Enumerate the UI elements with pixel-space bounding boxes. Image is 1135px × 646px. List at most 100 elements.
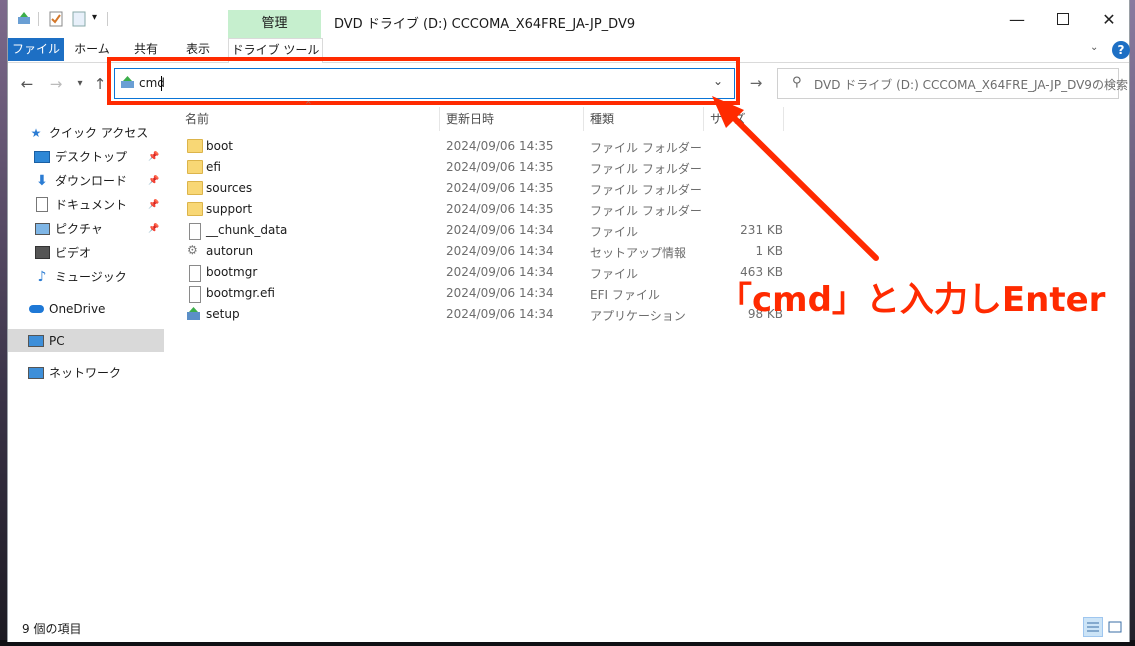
file-name: support — [206, 202, 253, 216]
file-name: autorun — [206, 244, 254, 258]
nav-item-label: ダウンロード — [55, 174, 128, 188]
file-type: ファイル — [590, 225, 639, 239]
file-date: 2024/09/06 14:35 — [446, 202, 554, 216]
file-name: __chunk_data — [206, 223, 288, 237]
file-date: 2024/09/06 14:35 — [446, 181, 554, 195]
file-row[interactable]: bootmgr 2024/09/06 14:34 ファイル 463 KB — [180, 262, 783, 283]
nav-item-desktop[interactable]: デスクトップ 📌 — [8, 145, 164, 168]
column-separator[interactable] — [703, 107, 704, 131]
drive-app-icon — [17, 11, 31, 27]
nav-item-music[interactable]: ♪ ミュージック — [8, 265, 164, 288]
file-date: 2024/09/06 14:34 — [446, 223, 554, 237]
file-row[interactable]: __chunk_data 2024/09/06 14:34 ファイル 231 K… — [180, 220, 783, 241]
folder-icon — [187, 202, 203, 216]
column-separator[interactable] — [439, 107, 440, 131]
nav-item-videos[interactable]: ビデオ — [8, 241, 164, 264]
nav-item-label: クイック アクセス — [49, 126, 149, 140]
properties-icon[interactable] — [49, 11, 63, 27]
star-icon: ★ — [30, 125, 42, 140]
file-date: 2024/09/06 14:34 — [446, 307, 554, 321]
nav-item-label: ピクチャ — [55, 222, 103, 236]
help-icon[interactable]: ? — [1112, 41, 1130, 59]
column-header-name[interactable]: 名前 — [185, 107, 209, 131]
nav-item-pc[interactable]: PC — [8, 329, 164, 352]
pin-icon[interactable]: 📌 — [148, 224, 159, 234]
nav-item-label: ビデオ — [55, 246, 92, 260]
file-name: setup — [206, 307, 240, 321]
file-date: 2024/09/06 14:34 — [446, 265, 554, 279]
file-date: 2024/09/06 14:35 — [446, 139, 554, 153]
file-type: セットアップ情報 — [590, 246, 687, 260]
file-name: efi — [206, 160, 221, 174]
file-name: sources — [206, 181, 253, 195]
pin-icon[interactable]: 📌 — [148, 200, 159, 210]
file-row[interactable]: support 2024/09/06 14:35 ファイル フォルダー — [180, 199, 780, 220]
large-icons-view-button[interactable] — [1105, 617, 1125, 637]
go-arrow-icon[interactable]: → — [746, 73, 766, 93]
file-icon — [189, 265, 201, 282]
customize-chevron-icon[interactable]: ▾ — [92, 12, 97, 23]
file-type: ファイル フォルダー — [590, 162, 702, 176]
navigation-pane: ★ クイック アクセス デスクトップ 📌 ⬇ ダウンロード 📌 ドキュメント 📌… — [8, 112, 164, 612]
folder-icon — [187, 139, 203, 153]
window-title: DVD ドライブ (D:) CCCOMA_X64FRE_JA-JP_DV9 — [334, 17, 636, 32]
nav-item-label: ミュージック — [55, 270, 127, 284]
nav-item-pictures[interactable]: ピクチャ 📌 — [8, 217, 164, 240]
file-type: ファイル フォルダー — [590, 204, 702, 218]
explorer-window: ▾ 管理 DVD ドライブ (D:) CCCOMA_X64FRE_JA-JP_D… — [7, 0, 1130, 642]
forward-arrow-icon[interactable]: → — [46, 74, 66, 94]
file-row[interactable]: sources 2024/09/06 14:35 ファイル フォルダー — [180, 178, 780, 199]
recent-locations-chevron-icon[interactable]: ▾ — [70, 74, 90, 94]
file-row[interactable]: bootmgr.efi 2024/09/06 14:34 EFI ファイル — [180, 283, 780, 304]
folder-icon — [187, 181, 203, 195]
network-icon — [28, 366, 44, 380]
nav-item-label: OneDrive — [49, 301, 106, 316]
column-separator[interactable] — [583, 107, 584, 131]
pin-icon[interactable]: 📌 — [148, 176, 159, 186]
pin-icon[interactable]: 📌 — [148, 152, 159, 162]
file-name: bootmgr.efi — [206, 286, 275, 300]
file-row[interactable]: boot 2024/09/06 14:35 ファイル フォルダー — [180, 136, 780, 157]
maximize-button[interactable] — [1040, 0, 1086, 38]
file-type: EFI ファイル — [590, 288, 660, 302]
column-header-date[interactable]: 更新日時 — [446, 107, 494, 131]
new-folder-icon[interactable] — [72, 11, 86, 27]
folder-icon — [187, 160, 203, 174]
nav-item-label: デスクトップ — [55, 150, 128, 164]
search-input[interactable]: ⚲ DVD ドライブ (D:) CCCOMA_X64FRE_JA-JP_DV9の… — [777, 68, 1128, 99]
document-icon — [34, 197, 50, 212]
annotation-label: 「cmd」と入力しEnter — [718, 280, 1106, 320]
column-header-type[interactable]: 種類 — [590, 107, 614, 131]
column-separator[interactable] — [783, 107, 784, 131]
file-date: 2024/09/06 14:35 — [446, 160, 554, 174]
column-header-size[interactable]: サイズ — [710, 107, 746, 131]
details-view-button[interactable] — [1083, 617, 1103, 637]
tab-file[interactable]: ファイル — [8, 38, 64, 61]
file-row[interactable]: ⚙ autorun 2024/09/06 14:34 セットアップ情報 1 KB — [180, 241, 783, 262]
file-type: ファイル フォルダー — [590, 183, 702, 197]
minimize-button[interactable]: — — [994, 0, 1040, 38]
settings-file-icon: ⚙ — [187, 243, 198, 257]
close-button[interactable]: ✕ — [1086, 0, 1132, 38]
file-date: 2024/09/06 14:34 — [446, 244, 554, 258]
file-row[interactable]: setup 2024/09/06 14:34 アプリケーション 98 KB — [180, 304, 783, 325]
large-icons-view-icon — [1108, 621, 1122, 633]
minimize-icon: — — [1009, 9, 1025, 29]
file-type: ファイル — [590, 267, 639, 281]
nav-item-downloads[interactable]: ⬇ ダウンロード 📌 — [8, 169, 164, 192]
ribbon-expand-chevron-icon[interactable]: ⌄ — [1090, 42, 1098, 53]
nav-item-onedrive[interactable]: OneDrive — [8, 297, 164, 320]
nav-item-label: PC — [49, 333, 65, 348]
video-icon — [34, 246, 50, 260]
file-icon — [189, 223, 201, 240]
cloud-icon — [28, 302, 44, 316]
back-arrow-icon[interactable]: ← — [17, 74, 37, 94]
title-separator — [107, 12, 108, 26]
nav-item-documents[interactable]: ドキュメント 📌 — [8, 193, 164, 216]
search-icon: ⚲ — [792, 75, 802, 90]
status-item-count: 9 個の項目 — [22, 622, 82, 636]
file-row[interactable]: efi 2024/09/06 14:35 ファイル フォルダー — [180, 157, 780, 178]
nav-item-network[interactable]: ネットワーク — [8, 361, 164, 384]
nav-item-label: ネットワーク — [49, 366, 122, 380]
nav-item-quick-access[interactable]: ★ クイック アクセス — [8, 121, 164, 144]
